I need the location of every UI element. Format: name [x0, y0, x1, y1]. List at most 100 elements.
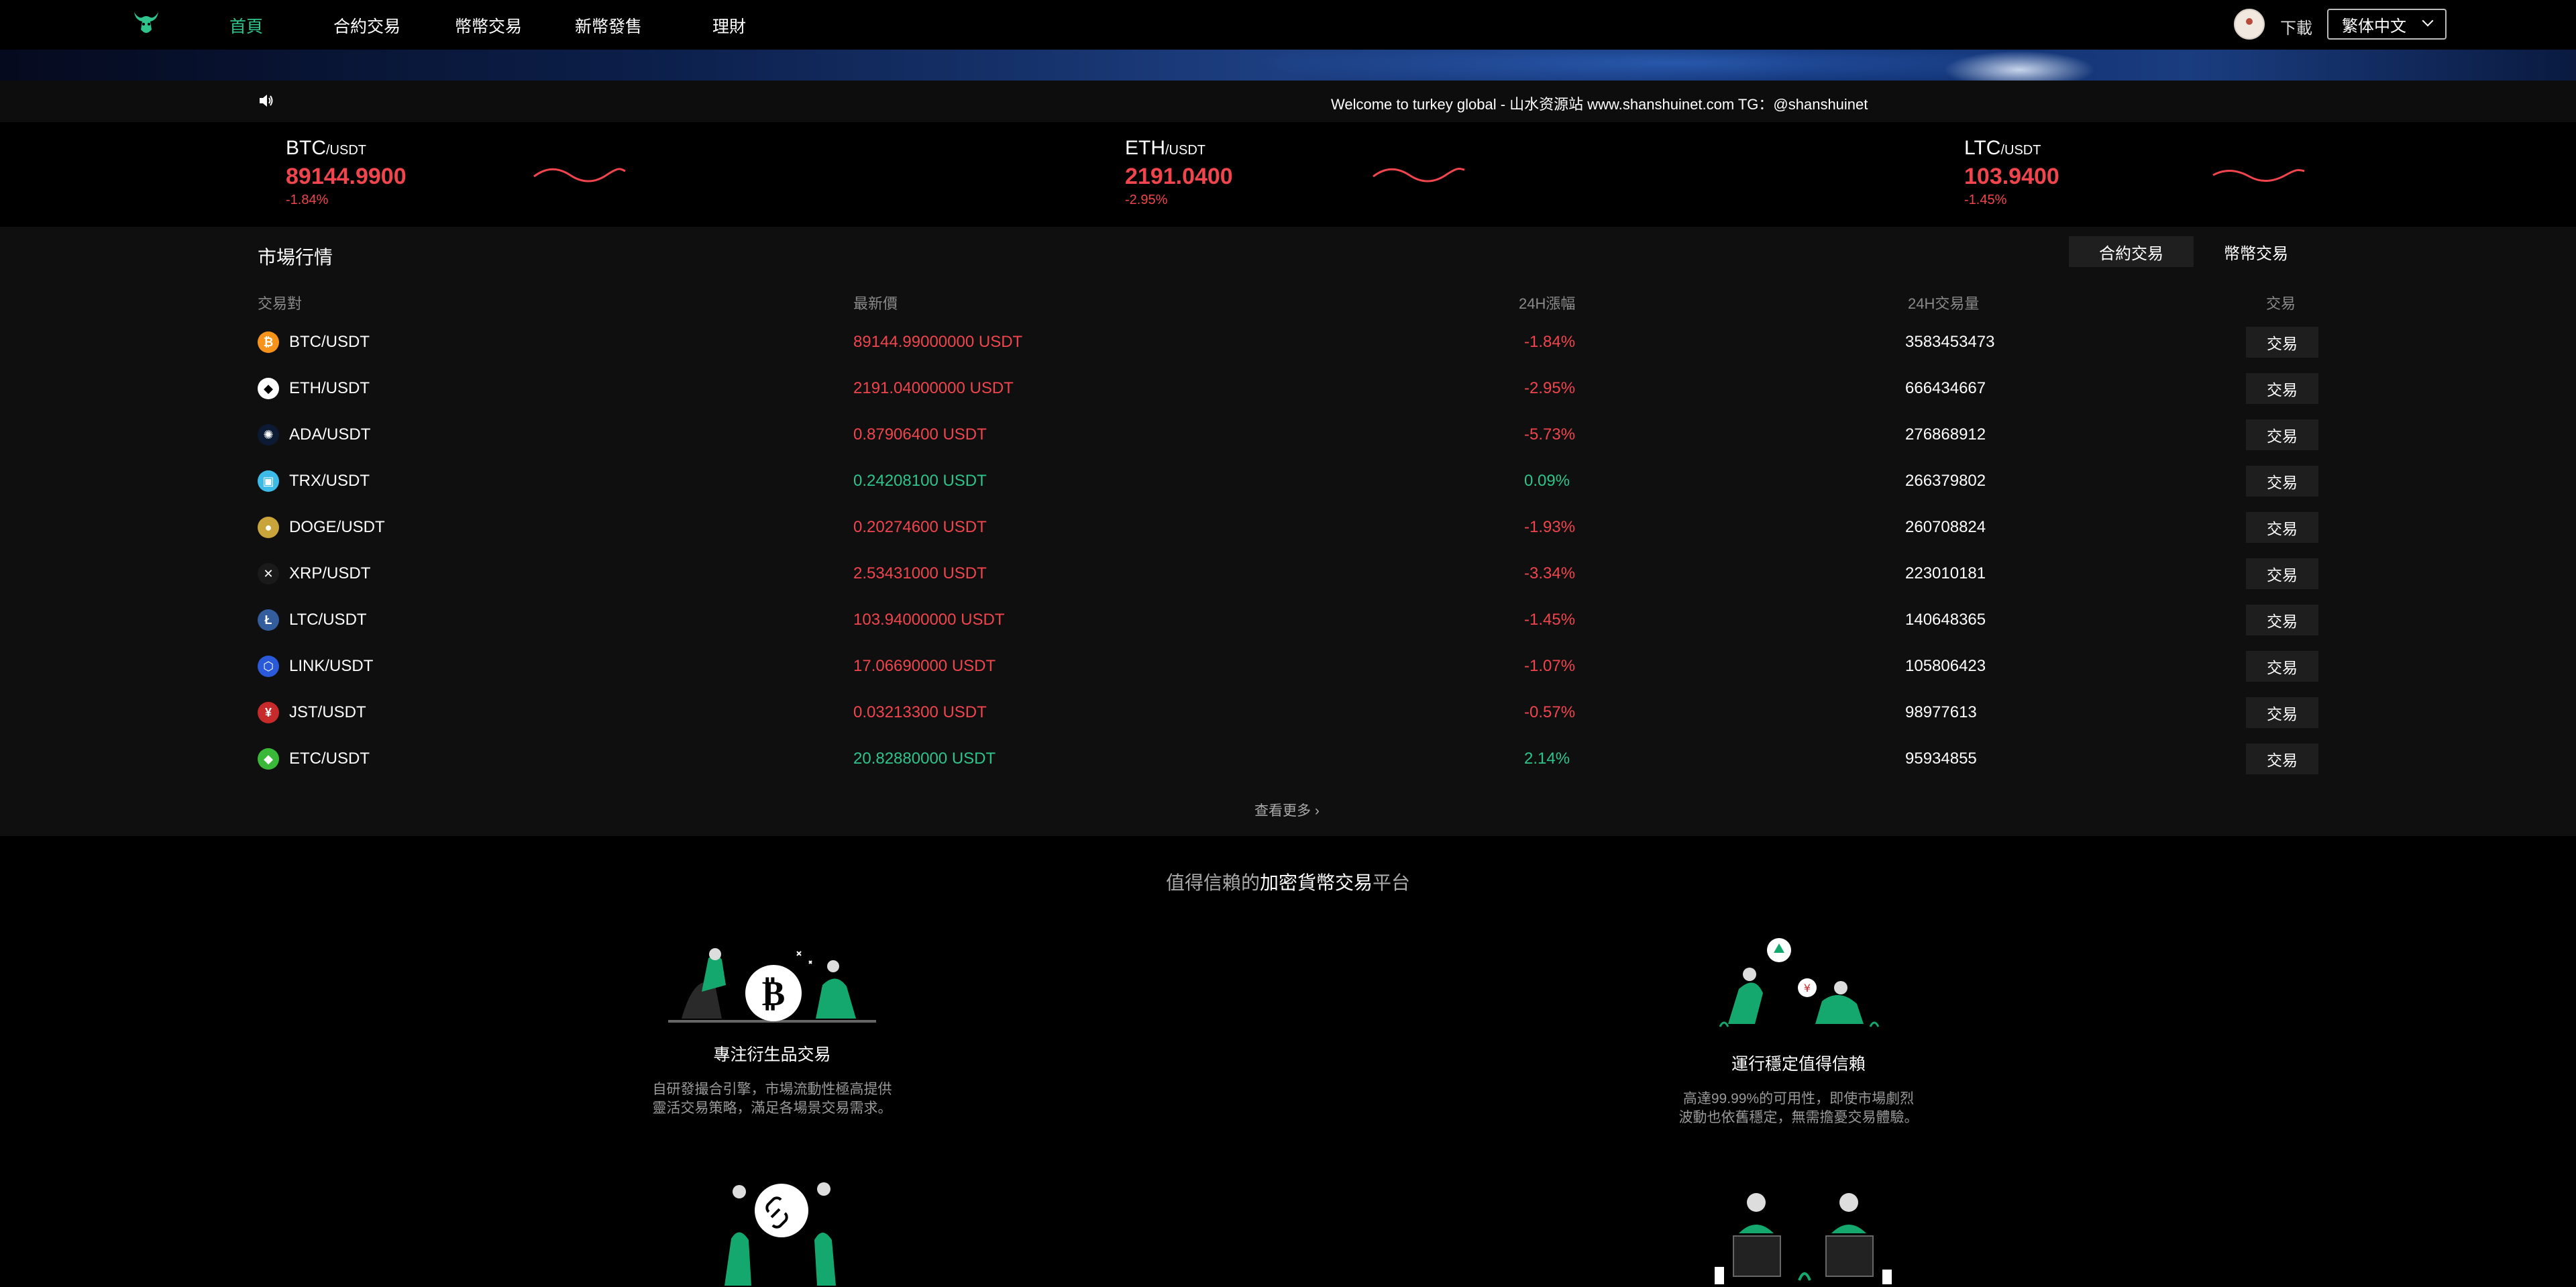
ticker-change: -2.95% — [1125, 193, 1168, 207]
language-select[interactable]: 繁体中文 — [2327, 9, 2447, 40]
table-row[interactable]: ◆ ETC/USDT 20.82880000 USDT 2.14% 95934855 交易 — [0, 736, 2576, 782]
tab-spot[interactable]: 幣幣交易 — [2194, 236, 2318, 267]
download-link[interactable]: 下載 — [2280, 15, 2312, 38]
trade-button[interactable]: 交易 — [2246, 373, 2318, 404]
volume-24h: 266379802 — [1905, 472, 1986, 490]
change-24h: -0.57% — [1524, 703, 1576, 721]
change-24h: -1.84% — [1524, 333, 1576, 351]
trade-button[interactable]: 交易 — [2246, 651, 2318, 682]
volume-24h: 3583453473 — [1905, 333, 1995, 351]
ticker-eth[interactable]: ETH/USDT 2191.0400 -2.95% — [1125, 137, 1233, 208]
sparkline-btc — [533, 168, 626, 183]
speaker-icon — [260, 95, 273, 107]
feature-title: 運行穩定值得信賴 — [1731, 1055, 1866, 1074]
xrp-icon: ✕ — [258, 563, 279, 584]
table-row[interactable]: ₿ BTC/USDT 89144.99000000 USDT -1.84% 358345… — [0, 319, 2576, 366]
pair-name: ETH/USDT — [289, 379, 370, 397]
nav-spot-trading[interactable]: 幣幣交易 — [455, 13, 522, 38]
hero-banner — [0, 50, 2576, 81]
table-row[interactable]: ◆ ETH/USDT 2191.04000000 USDT -2.95% 6664346… — [0, 366, 2576, 412]
nav-new-listings[interactable]: 新幣發售 — [575, 13, 642, 38]
ada-icon: ✺ — [258, 424, 279, 446]
table-row[interactable]: ▣ TRX/USDT 0.24208100 USDT 0.09% 266379802 交易 — [0, 458, 2576, 505]
col-header-price: 最新價 — [853, 295, 898, 312]
avatar[interactable] — [2234, 9, 2265, 40]
table-row[interactable]: ✕ XRP/USDT 2.53431000 USDT -3.34% 223010181 交… — [0, 551, 2576, 597]
feature-description: 自研發撮合引擎，市場流動性極高提供 靈活交易策略，滿足各場景交易需求。 — [652, 1082, 892, 1116]
col-header-change: 24H漲幅 — [1519, 295, 1576, 312]
change-24h: 0.09% — [1524, 472, 1570, 490]
last-price: 103.94000000 USDT — [853, 611, 1005, 629]
trade-button[interactable]: 交易 — [2246, 327, 2318, 358]
nav-contract-trading[interactable]: 合約交易 — [333, 13, 400, 38]
notice-bar — [0, 81, 2576, 122]
table-row[interactable]: Ł LTC/USDT 103.94000000 USDT -1.45% 14064836… — [0, 597, 2576, 644]
volume-24h: 666434667 — [1905, 379, 1986, 397]
last-price: 0.87906400 USDT — [853, 425, 987, 444]
last-price: 0.03213300 USDT — [853, 703, 987, 721]
trade-button[interactable]: 交易 — [2246, 466, 2318, 497]
last-price: 89144.99000000 USDT — [853, 333, 1023, 351]
ticker-change: -1.84% — [286, 193, 329, 207]
ticker-pair: ETH/USDT — [1125, 137, 1205, 159]
trade-button[interactable]: 交易 — [2246, 558, 2318, 589]
trust-title: 值得信賴的加密貨幣交易平台 — [1165, 872, 1411, 893]
ticker-change: -1.45% — [1964, 193, 2007, 207]
pair-name: BTC/USDT — [289, 333, 370, 351]
tab-contract[interactable]: 合約交易 — [2069, 236, 2194, 267]
ticker-price: 89144.9900 — [286, 164, 407, 189]
pair-name: JST/USDT — [289, 703, 366, 721]
col-header-pair: 交易對 — [258, 295, 303, 312]
table-row[interactable]: ¥ JST/USDT 0.03213300 USDT -0.57% 98977613 交易 — [0, 690, 2576, 736]
ticker-pair: BTC/USDT — [286, 137, 366, 159]
last-price: 0.20274600 USDT — [853, 518, 987, 536]
ticker-btc[interactable]: BTC/USDT 89144.9900 -1.84% — [286, 137, 407, 208]
pair-name: TRX/USDT — [289, 472, 370, 490]
col-header-action: 交易 — [2266, 295, 2296, 312]
team-illustration — [1715, 1193, 1892, 1284]
sparkline-eth — [1373, 167, 1465, 183]
change-24h: -1.45% — [1524, 611, 1576, 629]
trade-button[interactable]: 交易 — [2246, 605, 2318, 635]
ticker-price: 2191.0400 — [1125, 164, 1233, 189]
pair-name: LINK/USDT — [289, 657, 374, 675]
change-24h: -1.07% — [1524, 657, 1576, 675]
table-row[interactable]: ● DOGE/USDT 0.20274600 USDT -1.93% 260708824… — [0, 505, 2576, 551]
view-more-link[interactable]: 查看更多 › — [1254, 800, 1320, 820]
pair-name: LTC/USDT — [289, 611, 367, 629]
eth-icon: ◆ — [258, 378, 279, 399]
svg-text:₿: ₿ — [762, 974, 786, 1014]
trade-button[interactable]: 交易 — [2246, 743, 2318, 774]
nav-home[interactable]: 首頁 — [229, 13, 263, 38]
language-value: 繁体中文 — [2342, 17, 2406, 36]
bull-logo-icon[interactable] — [131, 9, 161, 39]
volume-24h: 140648365 — [1905, 611, 1986, 629]
volume-24h: 105806423 — [1905, 657, 1986, 675]
ticker-ltc[interactable]: LTC/USDT 103.9400 -1.45% — [1964, 137, 2059, 208]
notice-text: Welcome to turkey global - 山水资源站 www.sha… — [1331, 96, 1868, 113]
market-title: 市場行情 — [258, 247, 333, 268]
volume-24h: 95934855 — [1905, 750, 1977, 768]
ltc-icon: Ł — [258, 609, 279, 631]
change-24h: -2.95% — [1524, 379, 1576, 397]
link-icon: ⬡ — [258, 656, 279, 677]
pair-name: XRP/USDT — [289, 564, 371, 582]
table-row[interactable]: ⬡ LINK/USDT 17.06690000 USDT -1.07% 10580642… — [0, 644, 2576, 690]
last-price: 20.82880000 USDT — [853, 750, 996, 768]
partnership-illustration — [724, 1182, 836, 1286]
table-row[interactable]: ✺ ADA/USDT 0.87906400 USDT -5.73% 276868912 交… — [0, 412, 2576, 458]
sparkline-ltc — [2212, 168, 2305, 182]
nav-finance[interactable]: 理財 — [712, 13, 746, 38]
trade-button[interactable]: 交易 — [2246, 512, 2318, 543]
trade-button[interactable]: 交易 — [2246, 419, 2318, 450]
etc-icon: ◆ — [258, 748, 279, 770]
jst-icon: ¥ — [258, 702, 279, 723]
pair-name: ADA/USDT — [289, 425, 371, 444]
feature-title: 專注衍生品交易 — [713, 1045, 831, 1064]
ticker-pair: LTC/USDT — [1964, 137, 2041, 159]
btc-icon: ₿ — [258, 331, 279, 353]
volume-24h: 276868912 — [1905, 425, 1986, 444]
trade-button[interactable]: 交易 — [2246, 697, 2318, 728]
volume-24h: 223010181 — [1905, 564, 1986, 582]
pair-name: DOGE/USDT — [289, 518, 385, 536]
